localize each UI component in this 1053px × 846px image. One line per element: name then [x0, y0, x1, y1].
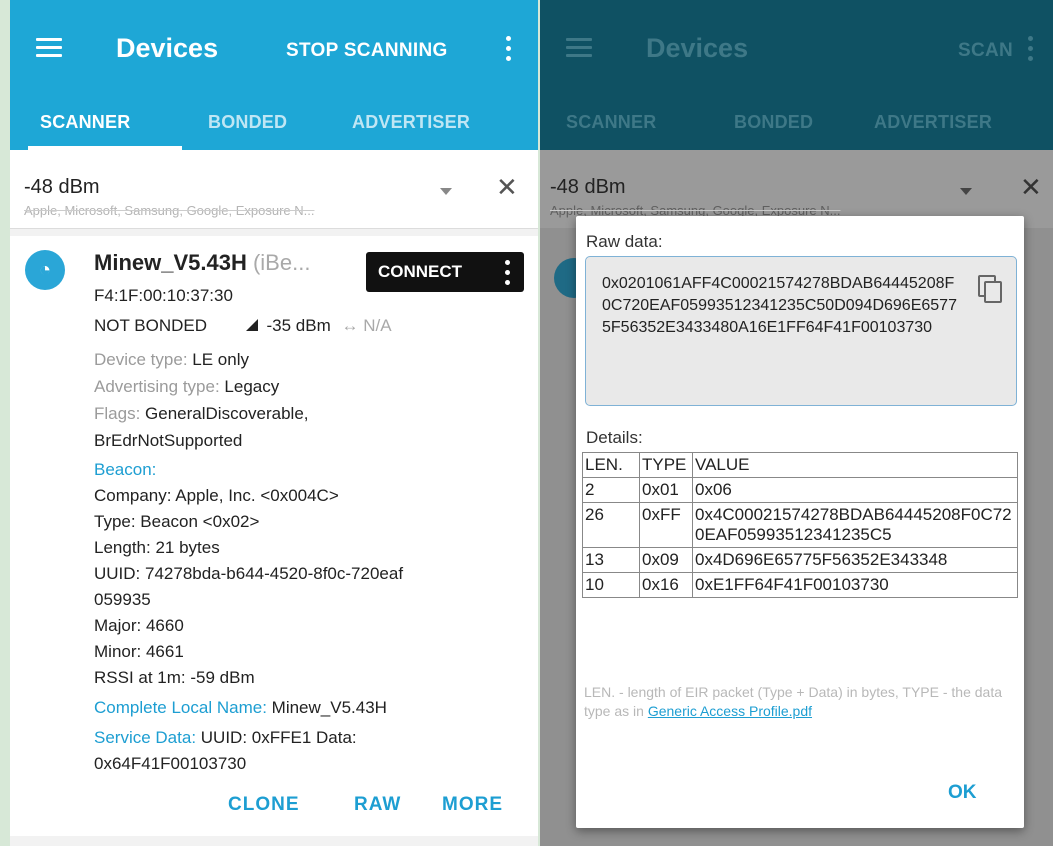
cell-type: 0xFF [639, 502, 693, 548]
connect-overflow-icon[interactable] [505, 260, 511, 286]
connect-label: CONNECT [378, 262, 463, 281]
details-table: LEN. TYPE VALUE 2 0x01 0x06 26 0xFF 0x4C… [582, 452, 1018, 598]
raw-data-label: Raw data: [586, 232, 663, 251]
table-row: 2 0x01 0x06 [582, 477, 1018, 503]
flags-key: Flags: [94, 404, 141, 423]
beacon-line: UUID: 74278bda-b644-4520-8f0c-720eaf [94, 564, 404, 583]
app-bar: Devices STOP SCANNING SCANNER BONDED ADV… [10, 0, 538, 150]
local-name-key: Complete Local Name: [94, 698, 267, 717]
device-name-text: Minew_V5.43H [94, 250, 247, 275]
beacon-header: Beacon: [94, 460, 157, 479]
cell-value: 0x4C00021574278BDAB64445208F0C720EAF0599… [692, 502, 1018, 548]
flags-value-2: BrEdrNotSupported [94, 431, 243, 450]
cell-value: 0xE1FF64F41F00103730 [692, 572, 1018, 598]
clone-button[interactable]: CLONE [228, 794, 300, 816]
beacon-line: Major: 4660 [94, 616, 184, 635]
gap-pdf-link[interactable]: Generic Access Profile.pdf [648, 703, 812, 719]
chevron-down-icon[interactable] [440, 188, 452, 195]
overflow-menu-icon [1028, 36, 1034, 62]
device-type-key: Device type: [94, 350, 188, 369]
connect-button[interactable]: CONNECT [366, 252, 524, 292]
raw-data-value[interactable]: 0x0201061AFF4C00021574278BDAB64445208F0C… [602, 273, 962, 339]
filter-bar[interactable]: -48 dBm Apple, Microsoft, Samsung, Googl… [10, 150, 538, 229]
details-legend: LEN. - length of EIR packet (Type + Data… [584, 683, 1020, 721]
cell-value: 0x4D696E65775F56352E343348 [692, 547, 1018, 573]
copy-icon[interactable] [978, 275, 1002, 303]
tab-bonded: BONDED [734, 112, 814, 132]
service-data-row: Service Data: UUID: 0xFFE1 Data: [94, 728, 357, 748]
tab-bonded[interactable]: BONDED [208, 112, 287, 133]
more-button[interactable]: MORE [442, 794, 503, 816]
cell-value: 0x06 [692, 477, 1018, 503]
tab-advertiser: ADVERTISER [874, 112, 993, 132]
raw-button[interactable]: RAW [354, 794, 401, 816]
chevron-down-icon [960, 188, 972, 195]
service-data-value: UUID: 0xFFE1 Data: [200, 728, 357, 747]
beacon-line: Minor: 4661 [94, 642, 184, 661]
cell-len: 10 [582, 572, 640, 598]
service-data-key: Service Data: [94, 728, 197, 747]
local-name-value: Minew_V5.43H [271, 698, 387, 717]
ok-button[interactable]: OK [948, 782, 977, 804]
column-header: VALUE [692, 452, 1018, 478]
device-type-value: LE only [192, 350, 249, 369]
cell-type: 0x09 [639, 547, 693, 573]
filter-summary: Apple, Microsoft, Samsung, Google, Expos… [24, 203, 315, 218]
bond-state: NOT BONDED [94, 316, 208, 335]
device-type-hint: (iBe... [252, 250, 311, 275]
raw-data-box[interactable]: 0x0201061AFF4C00021574278BDAB64445208F0C… [585, 256, 1017, 406]
device-card[interactable]: ◔ Minew_V5.43H (iBe... CONNECT F4:1F:00:… [10, 236, 538, 836]
raw-data-dialog: Raw data: 0x0201061AFF4C00021574278BDAB6… [576, 216, 1024, 828]
beacon-line: Company: Apple, Inc. <0x004C> [94, 486, 339, 505]
cell-type: 0x16 [639, 572, 693, 598]
beacon-line: Length: 21 bytes [94, 538, 220, 557]
details-label: Details: [586, 428, 643, 447]
cell-type: 0x01 [639, 477, 693, 503]
wifi-signal-icon: ◔ [25, 250, 65, 290]
device-status-row: NOT BONDED -35 dBm ↔ N/A [94, 316, 392, 336]
adv-interval: ↔ N/A [341, 316, 392, 335]
device-name: Minew_V5.43H (iBe... [94, 250, 310, 276]
device-rssi: -35 dBm [266, 316, 331, 335]
table-row: 13 0x09 0x4D696E65775F56352E343348 [582, 547, 1018, 573]
tab-scanner: SCANNER [566, 112, 657, 132]
table-row: 10 0x16 0xE1FF64F41F00103730 [582, 572, 1018, 598]
adv-type-value: Legacy [224, 377, 280, 396]
adv-type-key: Advertising type: [94, 377, 220, 396]
menu-icon [566, 38, 592, 58]
scan-button: SCAN [958, 40, 1014, 61]
device-address: F4:1F:00:10:37:30 [94, 286, 233, 305]
beacon-line: Type: Beacon <0x02> [94, 512, 260, 531]
stop-scanning-button[interactable]: STOP SCANNING [286, 40, 448, 62]
menu-icon[interactable] [36, 38, 62, 58]
page-title: Devices [116, 33, 219, 63]
close-icon[interactable]: ✕ [496, 174, 518, 200]
cell-len: 26 [582, 502, 640, 548]
device-type-row: Device type: LE only [94, 350, 249, 370]
rssi-filter-value: -48 dBm [550, 176, 626, 198]
signal-strength-icon [245, 319, 258, 331]
cell-len: 13 [582, 547, 640, 573]
advertising-type-row: Advertising type: Legacy [94, 377, 279, 397]
table-header-row: LEN. TYPE VALUE [582, 452, 1018, 478]
column-header: LEN. [582, 452, 640, 478]
column-header: TYPE [639, 452, 693, 478]
cell-len: 2 [582, 477, 640, 503]
scanner-panel: Devices STOP SCANNING SCANNER BONDED ADV… [10, 0, 538, 846]
close-icon: ✕ [1020, 172, 1042, 202]
service-data-value-2: 0x64F41F00103730 [94, 754, 247, 773]
flags-row: Flags: GeneralDiscoverable, [94, 404, 309, 424]
page-title: Devices [646, 33, 749, 63]
overflow-menu-icon[interactable] [506, 36, 512, 62]
flags-value: GeneralDiscoverable, [145, 404, 309, 423]
app-bar-dimmed: Devices SCAN SCANNER BONDED ADVERTISER [540, 0, 1053, 150]
tab-advertiser[interactable]: ADVERTISER [352, 112, 470, 133]
beacon-line: RSSI at 1m: -59 dBm [94, 668, 255, 687]
local-name-row: Complete Local Name: Minew_V5.43H [94, 698, 387, 718]
beacon-line: 059935 [94, 590, 151, 609]
table-row: 26 0xFF 0x4C00021574278BDAB64445208F0C72… [582, 502, 1018, 548]
rssi-filter-value: -48 dBm [24, 176, 100, 198]
tab-scanner[interactable]: SCANNER [40, 112, 130, 133]
